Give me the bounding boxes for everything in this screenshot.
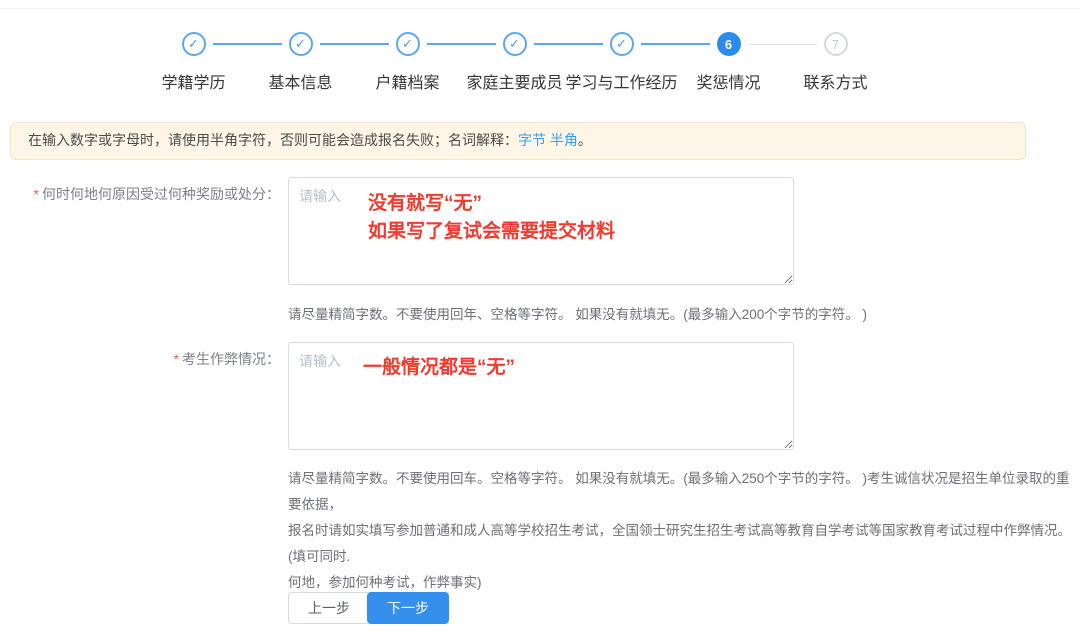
rewards-textarea[interactable] [288, 177, 794, 285]
halfwidth-notice-bar: 在输入数字或字母时，请使用半角字符，否则可能会造成报名失败；名词解释：字节 半角… [10, 122, 1026, 160]
cheating-textarea[interactable] [288, 342, 794, 450]
step-label: 家庭主要成员 [466, 69, 562, 93]
step-student-status[interactable]: ✓ 学籍学历 [140, 32, 247, 93]
notice-text: 在输入数字或字母时，请使用半角字符，否则可能会造成报名失败；名词解释： [28, 132, 518, 148]
check-icon: ✓ [503, 32, 527, 56]
rewards-textarea-wrap [288, 177, 794, 285]
step-label: 学习与工作经历 [566, 69, 678, 93]
step-number: 6 [717, 32, 741, 56]
step-family-members[interactable]: ✓ 家庭主要成员 [461, 32, 568, 93]
step-label: 联系方式 [803, 69, 867, 93]
rewards-field-label: *何时何地何原因受过何种奖励或处分： [0, 184, 280, 204]
prev-step-button[interactable]: 上一步 [288, 592, 370, 624]
top-divider [0, 8, 1080, 9]
glossary-link-byte[interactable]: 字节 [518, 132, 546, 148]
glossary-link-halfwidth[interactable]: 半角 [550, 132, 578, 148]
step-contact-info[interactable]: 7 联系方式 [782, 32, 889, 93]
next-step-button[interactable]: 下一步 [367, 592, 449, 624]
step-household-archive[interactable]: ✓ 户籍档案 [354, 32, 461, 93]
step-number: 7 [824, 32, 848, 56]
step-label: 学籍学历 [161, 69, 225, 93]
cheating-helper-text: 请尽量精简字数。不要使用回车。空格等字符。 如果没有就填无。(最多输入250个字… [288, 466, 1080, 596]
step-label: 户籍档案 [375, 69, 439, 93]
check-icon: ✓ [182, 32, 206, 56]
wizard-stepper: ✓ 学籍学历 ✓ 基本信息 ✓ 户籍档案 ✓ 家庭主要成员 ✓ 学习与工作经历 … [140, 32, 889, 93]
step-study-work-history[interactable]: ✓ 学习与工作经历 [568, 32, 675, 93]
notice-suffix: 。 [578, 132, 592, 148]
step-label: 基本信息 [268, 69, 332, 93]
required-asterisk: * [174, 351, 179, 367]
cheating-field-label: *考生作弊情况： [0, 349, 280, 369]
check-icon: ✓ [610, 32, 634, 56]
step-label: 奖惩情况 [696, 69, 760, 93]
step-rewards-punishments-current[interactable]: 6 奖惩情况 [675, 32, 782, 93]
check-icon: ✓ [289, 32, 313, 56]
required-asterisk: * [34, 186, 39, 202]
rewards-helper-text: 请尽量精简字数。不要使用回年、空格等字符。 如果没有就填无。(最多输入200个字… [288, 303, 867, 323]
cheating-textarea-wrap [288, 342, 794, 450]
step-basic-info[interactable]: ✓ 基本信息 [247, 32, 354, 93]
check-icon: ✓ [396, 32, 420, 56]
